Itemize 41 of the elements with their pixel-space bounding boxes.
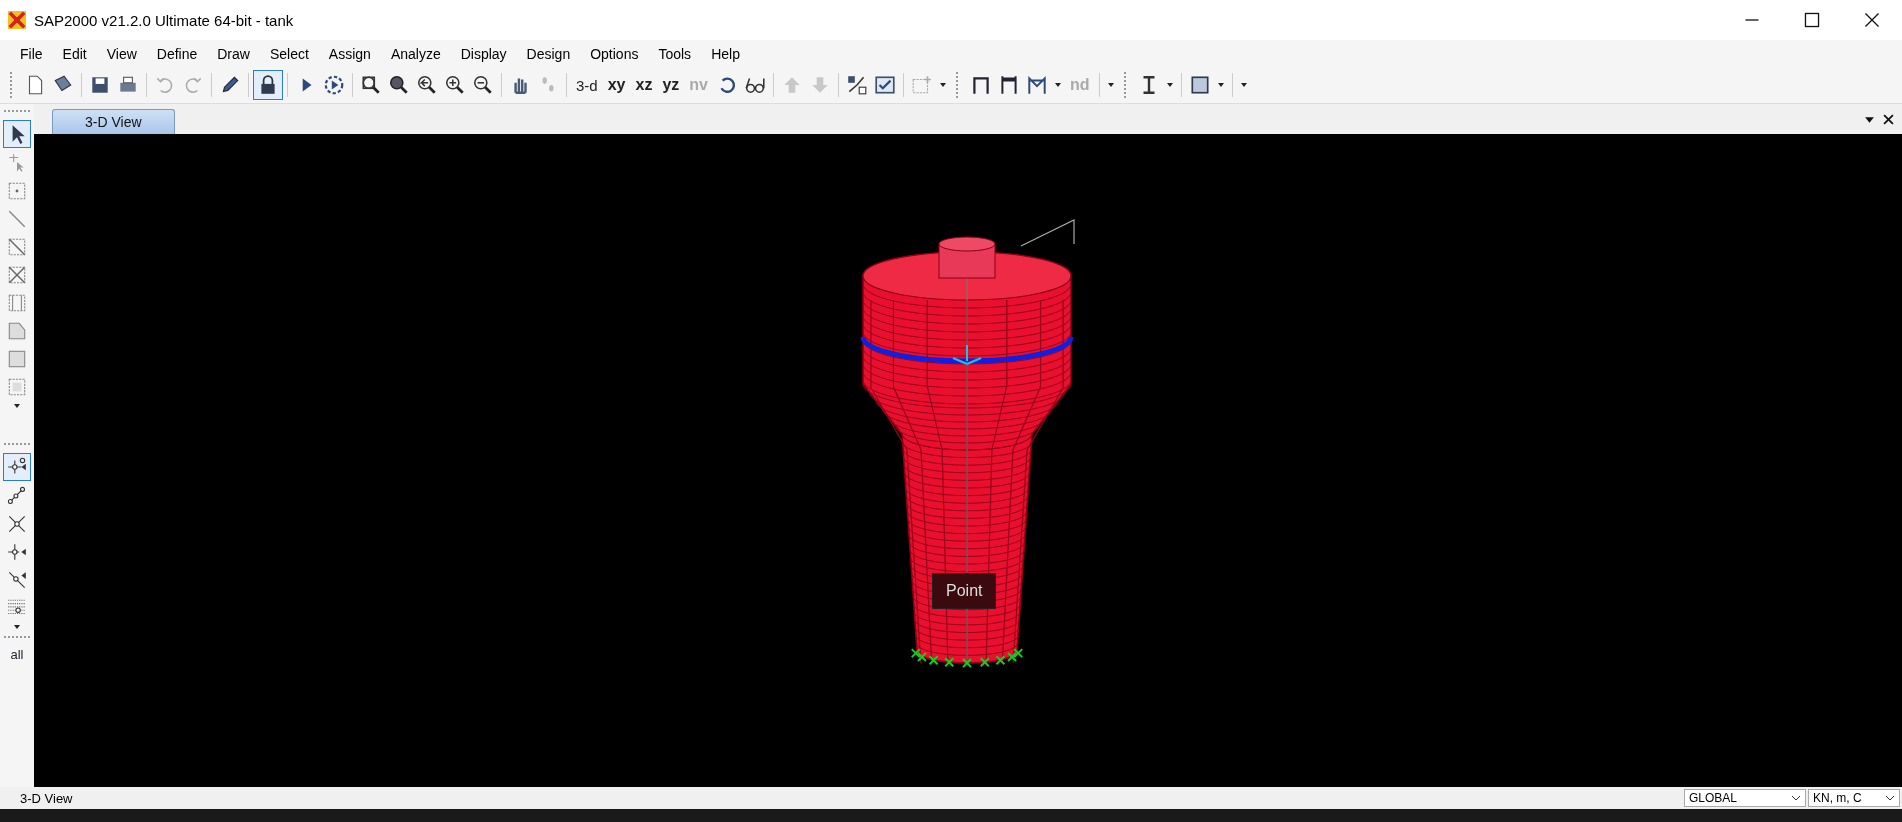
lock-icon[interactable] xyxy=(253,70,283,100)
menu-item[interactable]: Edit xyxy=(52,45,97,62)
caret-icon[interactable] xyxy=(1791,795,1801,801)
menu-item[interactable]: File xyxy=(10,45,53,62)
menu-item[interactable]: Tools xyxy=(648,45,702,62)
model-viewport[interactable]: Point xyxy=(34,134,1902,787)
status-text: 3-D View xyxy=(19,790,73,806)
view-button[interactable]: xy xyxy=(602,72,631,98)
app-logo-icon xyxy=(8,11,26,29)
caret-icon[interactable] xyxy=(1239,82,1248,88)
window-title: SAP2000 v21.2.0 Ultimate 64-bit - tank xyxy=(34,11,294,29)
menu-item[interactable]: Analyze xyxy=(380,45,451,62)
caret-icon[interactable] xyxy=(1106,82,1115,88)
view-tab[interactable]: 3-D View xyxy=(52,109,175,134)
caret-icon[interactable] xyxy=(13,624,21,630)
dropdown-caret-icon[interactable] xyxy=(1864,114,1875,125)
caret-icon[interactable] xyxy=(1216,82,1225,88)
menu-item[interactable]: Display xyxy=(450,45,517,62)
view-button[interactable]: yz xyxy=(657,72,685,98)
caret-icon[interactable] xyxy=(1053,82,1062,88)
caret-icon[interactable] xyxy=(1165,82,1174,88)
caret-icon[interactable] xyxy=(1885,795,1895,801)
coordinate-system-dropdown[interactable]: GLOBAL xyxy=(1684,789,1806,807)
menu-item[interactable]: Define xyxy=(146,45,208,62)
menu-item[interactable]: Design xyxy=(516,45,581,62)
menu-item[interactable]: Select xyxy=(259,45,319,62)
caret-icon[interactable] xyxy=(13,403,21,409)
menu-item[interactable]: Options xyxy=(580,45,649,62)
pointer-icon[interactable] xyxy=(3,120,31,148)
menu-item[interactable]: Draw xyxy=(207,45,260,62)
menu-item[interactable]: Help xyxy=(701,45,750,62)
view-button[interactable]: 3-d xyxy=(571,72,603,98)
caret-icon[interactable] xyxy=(938,82,947,88)
close-icon[interactable] xyxy=(1883,114,1894,125)
view-button[interactable]: xz xyxy=(630,72,658,98)
point-snap-icon[interactable] xyxy=(3,453,31,481)
tooltip: Point xyxy=(932,573,997,609)
menu-item[interactable]: Assign xyxy=(318,45,381,62)
menu-item[interactable]: View xyxy=(96,45,147,62)
select-all-button[interactable]: all xyxy=(8,645,26,664)
units-dropdown[interactable]: KN, m, C xyxy=(1808,789,1900,807)
